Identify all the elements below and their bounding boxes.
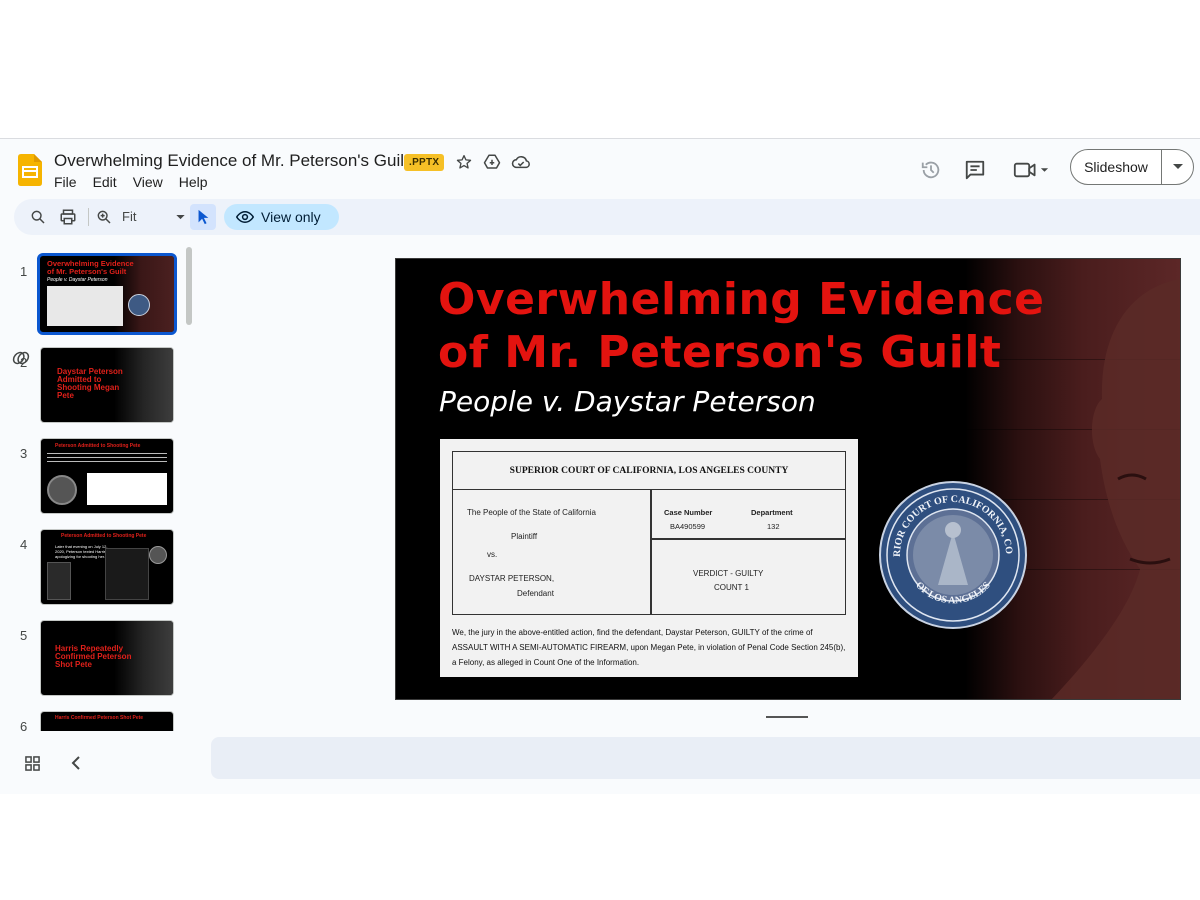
zoom-select[interactable]: Fit [122, 209, 136, 224]
menu-bar: File Edit View Help [54, 174, 224, 190]
zoom-value: Fit [122, 209, 137, 224]
form-divider [650, 538, 846, 540]
thumbnail-quote [87, 473, 167, 505]
file-format-badge: .PPTX [404, 154, 445, 171]
linked-object-icon[interactable] [12, 349, 30, 367]
collapse-icon[interactable] [64, 751, 88, 775]
filmstrip-slide-3[interactable]: 3 Peterson Admitted to Shooting Pete [0, 438, 196, 518]
plaintiff-name: The People of the State of California [467, 508, 596, 517]
thumbnail-messages [105, 548, 149, 600]
thumbnail-subtitle: People v. Daystar Peterson [47, 277, 108, 283]
version-history-icon[interactable] [914, 153, 948, 187]
star-icon[interactable] [453, 151, 475, 173]
slide-number: 5 [20, 628, 28, 643]
case-number: BA490599 [670, 522, 706, 531]
cloud-saved-icon[interactable] [510, 151, 532, 173]
thumbnail-title: Peterson Admitted to Shooting Pete [61, 533, 147, 539]
count-line: COUNT 1 [714, 583, 749, 592]
thumbnail-title: Harris Repeatedly Confirmed Peterson Sho… [55, 644, 132, 669]
department-label: Department [751, 508, 793, 517]
thumbnail-document [47, 286, 123, 326]
thumbnail-seal [128, 294, 150, 316]
court-heading: SUPERIOR COURT OF CALIFORNIA, LOS ANGELE… [453, 452, 845, 490]
portrait-silhouette [1051, 279, 1180, 699]
pointer-icon [198, 209, 209, 225]
grid-view-icon[interactable] [20, 751, 44, 775]
slides-logo-icon[interactable] [18, 154, 42, 186]
eye-icon [236, 211, 254, 223]
plaintiff-label: Plaintiff [511, 532, 538, 541]
slide-number: 3 [20, 446, 28, 461]
thumbnail-title: Harris Confirmed Peterson Shot Pete [55, 715, 144, 721]
comments-icon[interactable] [958, 153, 992, 187]
slide-subtitle: People v. Daystar Peterson [439, 385, 816, 418]
case-number-label: Case Number [664, 508, 713, 517]
document-title[interactable]: Overwhelming Evidence of Mr. Peterson's … [54, 151, 409, 171]
menu-file[interactable]: File [54, 174, 77, 190]
verdict-document: SUPERIOR COURT OF CALIFORNIA, LOS ANGELE… [440, 439, 858, 677]
view-only-label: View only [261, 209, 321, 225]
slide-thumbnail[interactable]: Harris Repeatedly Confirmed Peterson Sho… [40, 620, 174, 696]
slide-filmstrip: 1 Overwhelming Evidence of Mr. Peterson'… [0, 247, 196, 731]
slide-title: Overwhelming Evidence of Mr. Peterson's … [438, 273, 1045, 379]
filmstrip-slide-1[interactable]: 1 Overwhelming Evidence of Mr. Peterson'… [0, 253, 196, 336]
slideshow-label[interactable]: Slideshow [1071, 150, 1162, 184]
thumbnail-phone [47, 562, 71, 600]
zoom-dropdown-icon[interactable] [168, 205, 192, 229]
filmstrip-scrollbar[interactable] [186, 247, 192, 325]
thumbnail-title: Daystar Peterson Admitted to Shooting Me… [57, 367, 123, 400]
slide-number: 4 [20, 537, 28, 552]
filmstrip-slide-6[interactable]: 6 Harris Confirmed Peterson Shot Pete [0, 711, 196, 731]
slideshow-dropdown-icon[interactable] [1162, 164, 1193, 170]
court-seal-icon: SUPERIOR COURT OF CALIFORNIA, COUNTY OF … [878, 480, 1027, 629]
search-icon[interactable] [26, 205, 50, 229]
form-divider [650, 490, 652, 614]
slide-title-line-2: of Mr. Peterson's Guilt [438, 327, 1002, 378]
slide-thumbnail[interactable]: Peterson Admitted to Shooting Pete [40, 438, 174, 514]
slide-canvas[interactable]: Overwhelming Evidence of Mr. Peterson's … [395, 258, 1181, 700]
verdict-form: SUPERIOR COURT OF CALIFORNIA, LOS ANGELE… [452, 451, 846, 615]
defendant-name: DAYSTAR PETERSON, [469, 574, 555, 583]
speaker-notes-panel[interactable] [211, 737, 1200, 779]
menu-edit[interactable]: Edit [93, 174, 117, 190]
slide-thumbnail[interactable]: Peterson Admitted to Shooting Pete Later… [40, 529, 174, 605]
slide-title-line-1: Overwhelming Evidence [438, 274, 1045, 325]
slides-app: Overwhelming Evidence of Mr. Peterson's … [0, 138, 1200, 794]
thumbnail-photo [149, 546, 167, 564]
slide-number: 1 [20, 264, 28, 279]
slide-number: 6 [20, 719, 28, 731]
zoom-icon[interactable] [92, 205, 116, 229]
pointer-tool-button[interactable] [190, 204, 216, 230]
thumbnail-photo [47, 475, 77, 505]
filmstrip-slide-4[interactable]: 4 Peterson Admitted to Shooting Pete Lat… [0, 529, 196, 609]
move-to-drive-icon[interactable] [481, 151, 503, 173]
filmstrip-slide-5[interactable]: 5 Harris Repeatedly Confirmed Peterson S… [0, 620, 196, 700]
toolbar-separator [88, 208, 89, 226]
view-only-chip[interactable]: View only [224, 204, 339, 230]
slide-indicator [766, 716, 808, 718]
verdict-paragraph: We, the jury in the above-entitled actio… [452, 628, 846, 667]
meet-icon[interactable] [1006, 153, 1056, 187]
app-header: Overwhelming Evidence of Mr. Peterson's … [0, 139, 1200, 197]
slide-thumbnail[interactable]: Daystar Peterson Admitted to Shooting Me… [40, 347, 174, 423]
menu-help[interactable]: Help [179, 174, 208, 190]
slide-thumbnail[interactable]: Harris Confirmed Peterson Shot Pete [40, 711, 174, 731]
print-icon[interactable] [56, 205, 80, 229]
department-number: 132 [767, 522, 780, 531]
menu-view[interactable]: View [133, 174, 163, 190]
thumbnail-title: Peterson Admitted to Shooting Pete [55, 443, 141, 449]
toolbar: Fit View only [14, 199, 1200, 235]
thumbnail-text [47, 453, 167, 465]
defendant-label: Defendant [517, 589, 554, 598]
thumbnail-title: Overwhelming Evidence of Mr. Peterson's … [47, 259, 134, 276]
slide-thumbnail[interactable]: Overwhelming Evidence of Mr. Peterson's … [37, 253, 177, 335]
verdict-line: VERDICT - GUILTY [693, 569, 764, 578]
slideshow-button[interactable]: Slideshow [1070, 149, 1194, 185]
versus-text: vs. [487, 550, 498, 559]
